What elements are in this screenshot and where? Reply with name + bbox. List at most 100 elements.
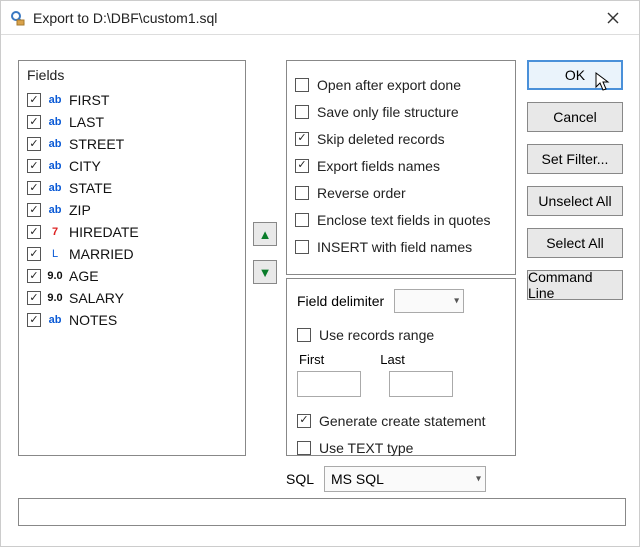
last-input[interactable] [389, 371, 453, 397]
app-icon [9, 9, 27, 27]
option-label: Export fields names [317, 158, 440, 174]
generate-create-checkbox[interactable] [297, 414, 311, 428]
field-checkbox[interactable] [27, 313, 41, 327]
option-row: Reverse order [295, 179, 507, 206]
field-checkbox[interactable] [27, 203, 41, 217]
field-type-icon: ab [45, 202, 65, 218]
field-row[interactable]: 7HIREDATE [25, 221, 239, 243]
field-name: FIRST [69, 92, 109, 108]
cancel-button[interactable]: Cancel [527, 102, 623, 132]
button-column: OK Cancel Set Filter... Unselect All Sel… [527, 60, 623, 312]
delimiter-panel: Field delimiter ▾ Use records range Firs… [286, 278, 516, 456]
field-name: AGE [69, 268, 99, 284]
ok-button[interactable]: OK [527, 60, 623, 90]
field-delimiter-select[interactable]: ▾ [394, 289, 464, 313]
use-records-range-label: Use records range [319, 327, 434, 343]
field-type-icon: ab [45, 136, 65, 152]
unselect-all-button[interactable]: Unselect All [527, 186, 623, 216]
field-name: LAST [69, 114, 104, 130]
field-row[interactable]: abZIP [25, 199, 239, 221]
option-row: Save only file structure [295, 98, 507, 125]
reorder-controls: ▲ ▼ [253, 222, 279, 298]
title-bar: Export to D:\DBF\custom1.sql [1, 1, 639, 35]
field-name: SALARY [69, 290, 124, 306]
use-records-range-checkbox[interactable] [297, 328, 311, 342]
field-name: HIREDATE [69, 224, 139, 240]
field-row[interactable]: LMARRIED [25, 243, 239, 265]
command-line-button[interactable]: Command Line [527, 270, 623, 300]
field-checkbox[interactable] [27, 181, 41, 195]
field-name: ZIP [69, 202, 91, 218]
field-checkbox[interactable] [27, 247, 41, 261]
field-row[interactable]: abLAST [25, 111, 239, 133]
option-label: Save only file structure [317, 104, 459, 120]
option-checkbox[interactable] [295, 186, 309, 200]
window-title: Export to D:\DBF\custom1.sql [33, 10, 593, 26]
option-checkbox[interactable] [295, 159, 309, 173]
option-label: Enclose text fields in quotes [317, 212, 491, 228]
move-up-button[interactable]: ▲ [253, 222, 277, 246]
field-checkbox[interactable] [27, 159, 41, 173]
option-row: INSERT with field names [295, 233, 507, 260]
option-row: Export fields names [295, 152, 507, 179]
field-checkbox[interactable] [27, 93, 41, 107]
fields-title: Fields [27, 67, 239, 83]
sql-row: SQL MS SQL▾ [286, 466, 486, 492]
field-type-icon: ab [45, 114, 65, 130]
field-row[interactable]: 9.0AGE [25, 265, 239, 287]
option-label: Reverse order [317, 185, 406, 201]
option-row: Skip deleted records [295, 125, 507, 152]
field-row[interactable]: 9.0SALARY [25, 287, 239, 309]
field-checkbox[interactable] [27, 225, 41, 239]
option-label: Skip deleted records [317, 131, 445, 147]
option-row: Open after export done [295, 71, 507, 98]
field-name: STREET [69, 136, 124, 152]
sql-dialect-select[interactable]: MS SQL▾ [324, 466, 486, 492]
option-checkbox[interactable] [295, 132, 309, 146]
field-type-icon: ab [45, 312, 65, 328]
chevron-down-icon: ▾ [454, 296, 459, 307]
chevron-down-icon: ▾ [476, 474, 481, 485]
option-row: Enclose text fields in quotes [295, 206, 507, 233]
field-row[interactable]: abSTREET [25, 133, 239, 155]
field-type-icon: 9.0 [45, 268, 65, 284]
field-row[interactable]: abNOTES [25, 309, 239, 331]
fields-panel: Fields abFIRSTabLASTabSTREETabCITYabSTAT… [18, 60, 246, 456]
field-row[interactable]: abCITY [25, 155, 239, 177]
field-type-icon: ab [45, 92, 65, 108]
option-label: Open after export done [317, 77, 461, 93]
field-type-icon: L [45, 246, 65, 262]
last-label: Last [380, 352, 405, 367]
field-checkbox[interactable] [27, 269, 41, 283]
option-checkbox[interactable] [295, 78, 309, 92]
field-type-icon: ab [45, 158, 65, 174]
field-checkbox[interactable] [27, 115, 41, 129]
close-button[interactable] [593, 4, 633, 32]
first-input[interactable] [297, 371, 361, 397]
field-type-icon: ab [45, 180, 65, 196]
move-down-button[interactable]: ▼ [253, 260, 277, 284]
field-type-icon: 7 [45, 224, 65, 240]
cursor-icon [595, 72, 611, 97]
field-row[interactable]: abSTATE [25, 177, 239, 199]
set-filter-button[interactable]: Set Filter... [527, 144, 623, 174]
field-name: STATE [69, 180, 112, 196]
use-text-type-checkbox[interactable] [297, 441, 311, 455]
option-checkbox[interactable] [295, 105, 309, 119]
generate-create-label: Generate create statement [319, 413, 486, 429]
export-options-panel: Open after export done Save only file str… [286, 60, 516, 275]
field-type-icon: 9.0 [45, 290, 65, 306]
sql-label: SQL [286, 471, 314, 487]
field-row[interactable]: abFIRST [25, 89, 239, 111]
select-all-button[interactable]: Select All [527, 228, 623, 258]
field-delimiter-label: Field delimiter [297, 293, 384, 309]
field-checkbox[interactable] [27, 291, 41, 305]
option-checkbox[interactable] [295, 213, 309, 227]
option-label: INSERT with field names [317, 239, 472, 255]
status-bar [18, 498, 626, 526]
first-label: First [299, 352, 324, 367]
use-text-type-label: Use TEXT type [319, 440, 413, 456]
field-name: CITY [69, 158, 101, 174]
option-checkbox[interactable] [295, 240, 309, 254]
field-checkbox[interactable] [27, 137, 41, 151]
